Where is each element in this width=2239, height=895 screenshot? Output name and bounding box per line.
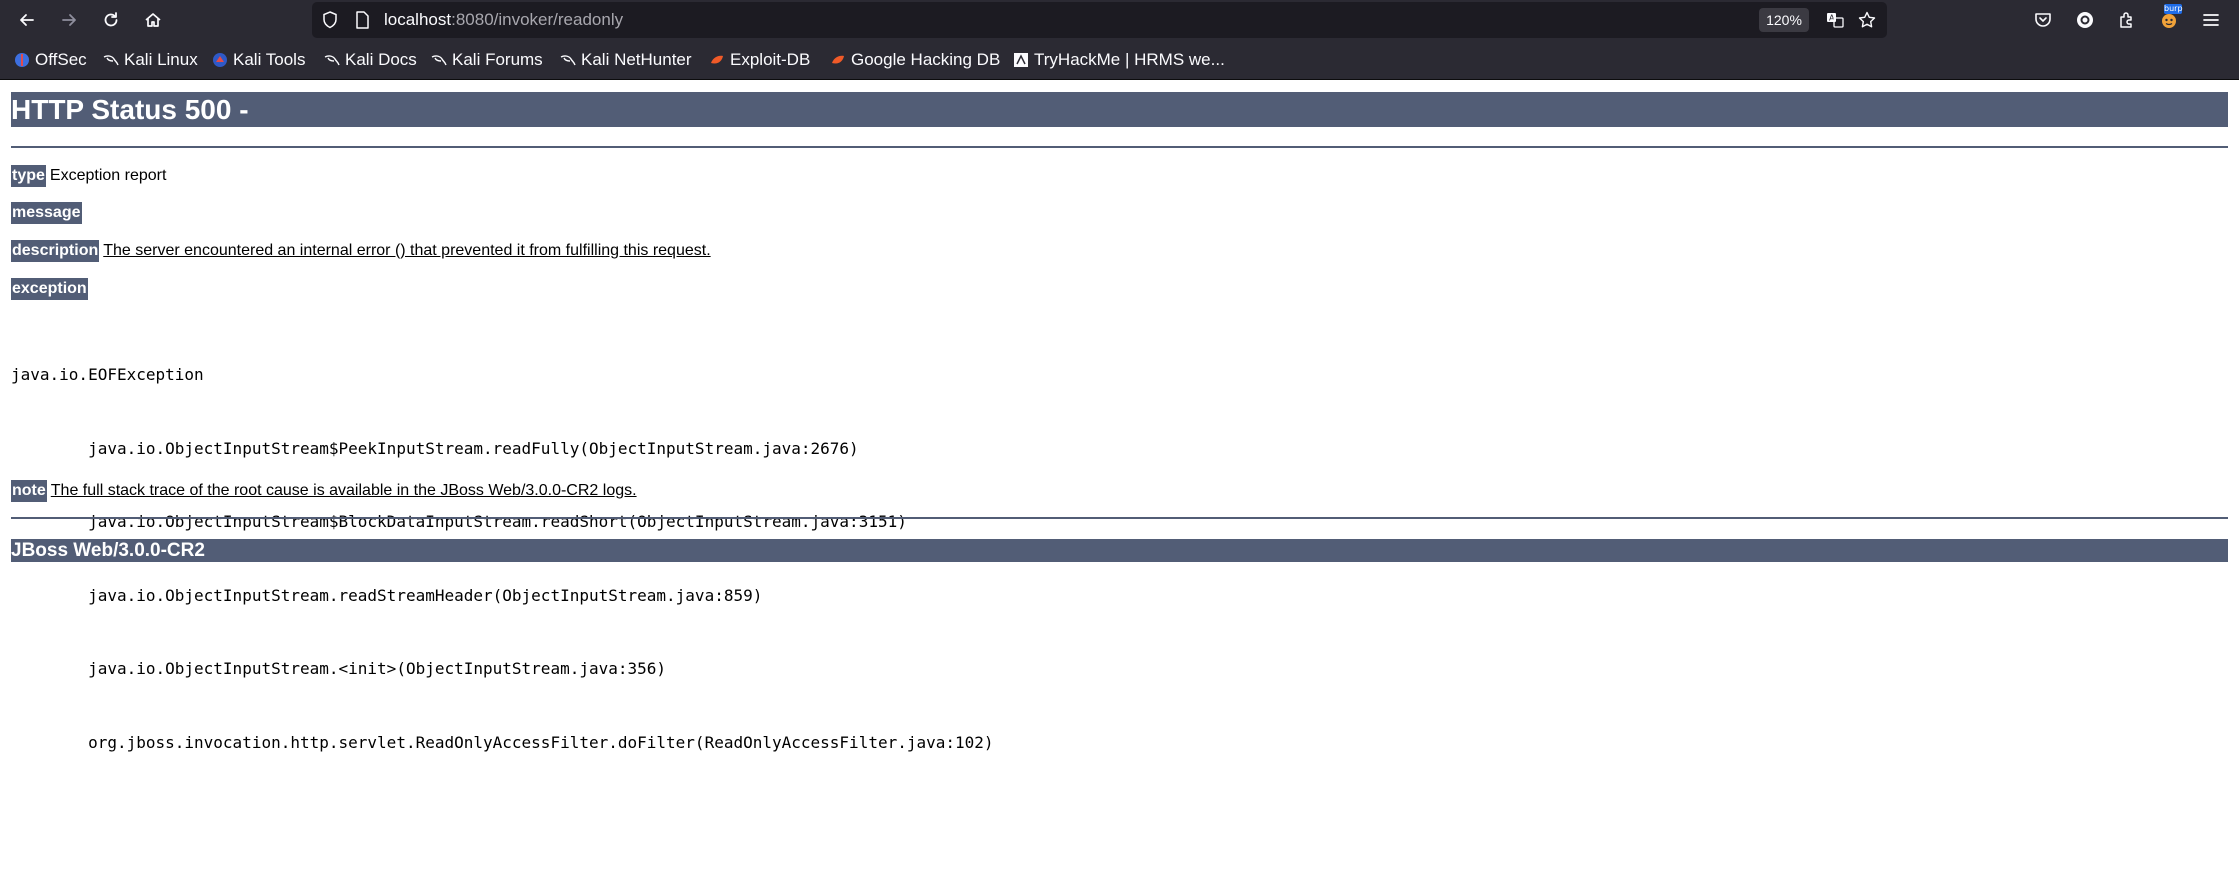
divider (11, 146, 2228, 148)
pocket-icon (2035, 13, 2051, 27)
bookmark-label: OffSec (35, 50, 87, 69)
url-text[interactable]: localhost:8080/invoker/readonly (384, 2, 623, 38)
burp-badge: burp (2164, 4, 2183, 14)
offsec-icon (15, 53, 29, 67)
exception-label: exception (11, 278, 88, 300)
bookmark-exploit-db[interactable]: Exploit-DB (709, 48, 810, 72)
browser-toolbar: localhost:8080/invoker/readonly 120% A b… (0, 0, 2239, 40)
bookmark-offsec[interactable]: OffSec (14, 48, 87, 72)
translate-icon[interactable]: A (1825, 10, 1845, 30)
bookmark-label: TryHackMe | HRMS we... (1034, 50, 1225, 69)
bookmarks-toolbar: OffSec Kali Linux Kali Tools Kali Docs K… (0, 40, 2239, 80)
bookmark-kali-forums[interactable]: Kali Forums (431, 48, 543, 72)
extensions-button[interactable] (2115, 8, 2139, 32)
bookmark-google-hacking-db[interactable]: Google Hacking DB (830, 48, 1000, 72)
description-row: description The server encountered an in… (11, 240, 711, 262)
bookmark-kali-docs[interactable]: Kali Docs (324, 48, 417, 72)
bookmark-label: Kali Docs (345, 50, 417, 69)
stack-line: java.io.ObjectInputStream$BlockDataInput… (11, 512, 907, 531)
exploitdb-icon (711, 55, 723, 64)
url-bar[interactable]: localhost:8080/invoker/readonly 120% A (312, 2, 1887, 38)
url-host: localhost (384, 10, 452, 29)
bookmark-label: Exploit-DB (730, 50, 811, 69)
home-icon (145, 13, 161, 27)
server-footer: JBoss Web/3.0.0-CR2 (11, 539, 2228, 562)
kali-dragon-icon (431, 55, 447, 66)
type-value: Exception report (49, 167, 167, 184)
menu-icon (2203, 14, 2219, 26)
zoom-level-button[interactable]: 120% (1759, 8, 1809, 32)
bookmark-label: Kali Tools (233, 50, 306, 69)
note-value: The full stack trace of the root cause i… (50, 482, 637, 499)
shield-icon[interactable] (320, 10, 340, 30)
account-icon (2077, 12, 2093, 28)
arrow-left-icon (20, 14, 34, 26)
tryhackme-icon (1014, 53, 1028, 67)
kali-dragon-icon (324, 55, 340, 66)
type-row: type Exception report (11, 165, 166, 187)
page-content: HTTP Status 500 - type Exception report … (0, 80, 2239, 895)
reload-icon (104, 12, 118, 27)
description-value: The server encountered an internal error… (103, 242, 711, 259)
bookmark-label: Kali Linux (124, 50, 198, 69)
type-label: type (11, 165, 46, 187)
stack-line: org.jboss.invocation.http.servlet.ReadOn… (11, 732, 994, 752)
kali-dragon-icon (103, 55, 119, 66)
exploitdb-icon (832, 55, 844, 64)
stack-line: java.io.ObjectInputStream.<init>(ObjectI… (11, 659, 667, 678)
stack-line: java.io.ObjectInputStream.readStreamHead… (11, 585, 763, 605)
kali-dragon-icon (560, 55, 576, 66)
forward-button[interactable] (53, 4, 85, 36)
star-icon[interactable] (1857, 10, 1877, 30)
stack-line: java.io.EOFException (11, 365, 204, 384)
home-button[interactable] (137, 4, 169, 36)
bookmark-label: Google Hacking DB (851, 50, 1001, 69)
bookmark-tryhackme[interactable]: TryHackMe | HRMS we... (1013, 48, 1225, 72)
message-label: message (11, 202, 82, 224)
bookmark-kali-linux[interactable]: Kali Linux (103, 48, 198, 72)
bookmark-kali-tools[interactable]: Kali Tools (212, 48, 305, 72)
account-button[interactable] (2073, 8, 2097, 32)
bookmark-label: Kali Forums (452, 50, 543, 69)
page-title: HTTP Status 500 - (11, 92, 2228, 127)
reload-button[interactable] (95, 4, 127, 36)
bookmark-label: Kali NetHunter (581, 50, 692, 69)
note-label: note (11, 480, 47, 502)
back-button[interactable] (11, 4, 43, 36)
divider (11, 517, 2228, 519)
url-path: :8080/invoker/readonly (451, 10, 624, 29)
note-row: note The full stack trace of the root ca… (11, 480, 637, 502)
extensions-icon (2120, 12, 2132, 28)
pocket-button[interactable] (2031, 8, 2055, 32)
kali-tools-icon (213, 53, 227, 67)
description-label: description (11, 240, 100, 262)
message-row: message (11, 202, 86, 224)
bookmark-kali-nethunter[interactable]: Kali NetHunter (560, 48, 692, 72)
menu-button[interactable] (2199, 8, 2223, 32)
exception-row: exception (11, 278, 92, 300)
page-icon[interactable] (352, 10, 372, 30)
stack-line: java.io.ObjectInputStream$PeekInputStrea… (11, 438, 859, 458)
arrow-right-icon (62, 14, 76, 26)
